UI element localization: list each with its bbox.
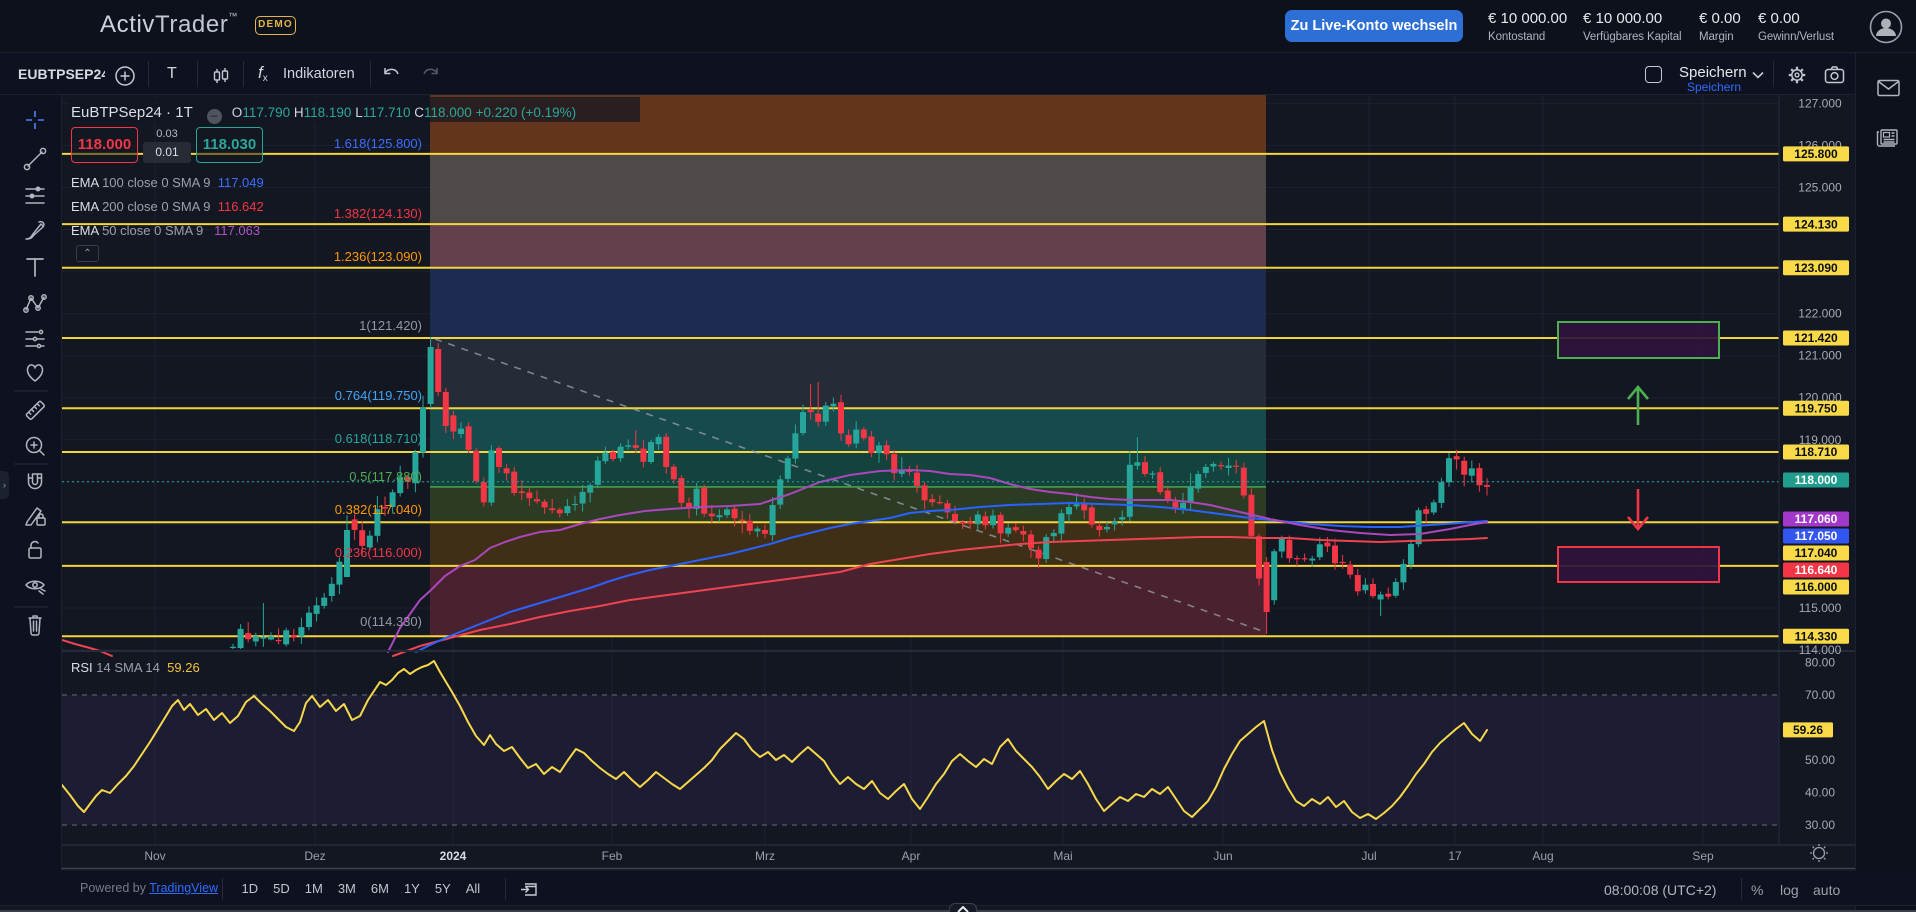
svg-text:121.420: 121.420 [1794,331,1838,345]
svg-text:114.330: 114.330 [1795,629,1838,643]
svg-text:0.618(118.710): 0.618(118.710) [335,431,422,446]
svg-text:2024: 2024 [440,849,467,863]
svg-text:118.000: 118.000 [1795,473,1838,487]
svg-text:1.236(123.090): 1.236(123.090) [334,249,422,264]
svg-text:Feb: Feb [602,849,623,863]
svg-text:Jul: Jul [1361,849,1376,863]
svg-text:117.060: 117.060 [1795,512,1838,526]
svg-text:17: 17 [1448,849,1462,863]
svg-text:59.26: 59.26 [1793,723,1823,737]
svg-text:119.750: 119.750 [1795,402,1838,416]
svg-text:Jun: Jun [1213,849,1232,863]
svg-text:116.000: 116.000 [1795,580,1838,594]
svg-text:Apr: Apr [902,849,921,863]
svg-text:122.000: 122.000 [1798,307,1842,321]
svg-text:70.00: 70.00 [1805,688,1835,702]
svg-text:0.236(116.000): 0.236(116.000) [335,545,422,560]
svg-text:Sep: Sep [1692,849,1714,863]
svg-text:117.050: 117.050 [1795,529,1838,543]
svg-text:124.130: 124.130 [1794,217,1838,231]
svg-text:1(121.420): 1(121.420) [359,318,422,333]
svg-text:0.5(117.880): 0.5(117.880) [349,469,422,484]
svg-text:0(114.330): 0(114.330) [360,614,422,629]
svg-text:0.764(119.750): 0.764(119.750) [335,388,422,403]
svg-text:0.382(117.040): 0.382(117.040) [335,502,422,517]
svg-text:Nov: Nov [144,849,165,863]
svg-text:127.000: 127.000 [1798,96,1842,110]
svg-text:118.710: 118.710 [1795,445,1838,459]
svg-text:116.640: 116.640 [1795,563,1838,577]
svg-text:Dez: Dez [304,849,325,863]
svg-text:40.00: 40.00 [1805,786,1835,800]
svg-text:125.000: 125.000 [1798,181,1842,195]
svg-text:Mrz: Mrz [755,849,775,863]
svg-text:Aug: Aug [1532,849,1553,863]
svg-text:80.00: 80.00 [1805,656,1835,670]
svg-text:30.00: 30.00 [1805,818,1835,832]
svg-text:1.618(125.800): 1.618(125.800) [334,136,422,151]
svg-text:1.382(124.130): 1.382(124.130) [334,206,422,221]
svg-text:Mai: Mai [1053,849,1072,863]
svg-text:117.040: 117.040 [1795,546,1838,560]
svg-text:121.000: 121.000 [1798,349,1842,363]
svg-text:125.800: 125.800 [1794,147,1838,161]
svg-text:115.000: 115.000 [1799,601,1842,615]
svg-text:123.090: 123.090 [1794,261,1838,275]
svg-text:50.00: 50.00 [1805,753,1835,767]
